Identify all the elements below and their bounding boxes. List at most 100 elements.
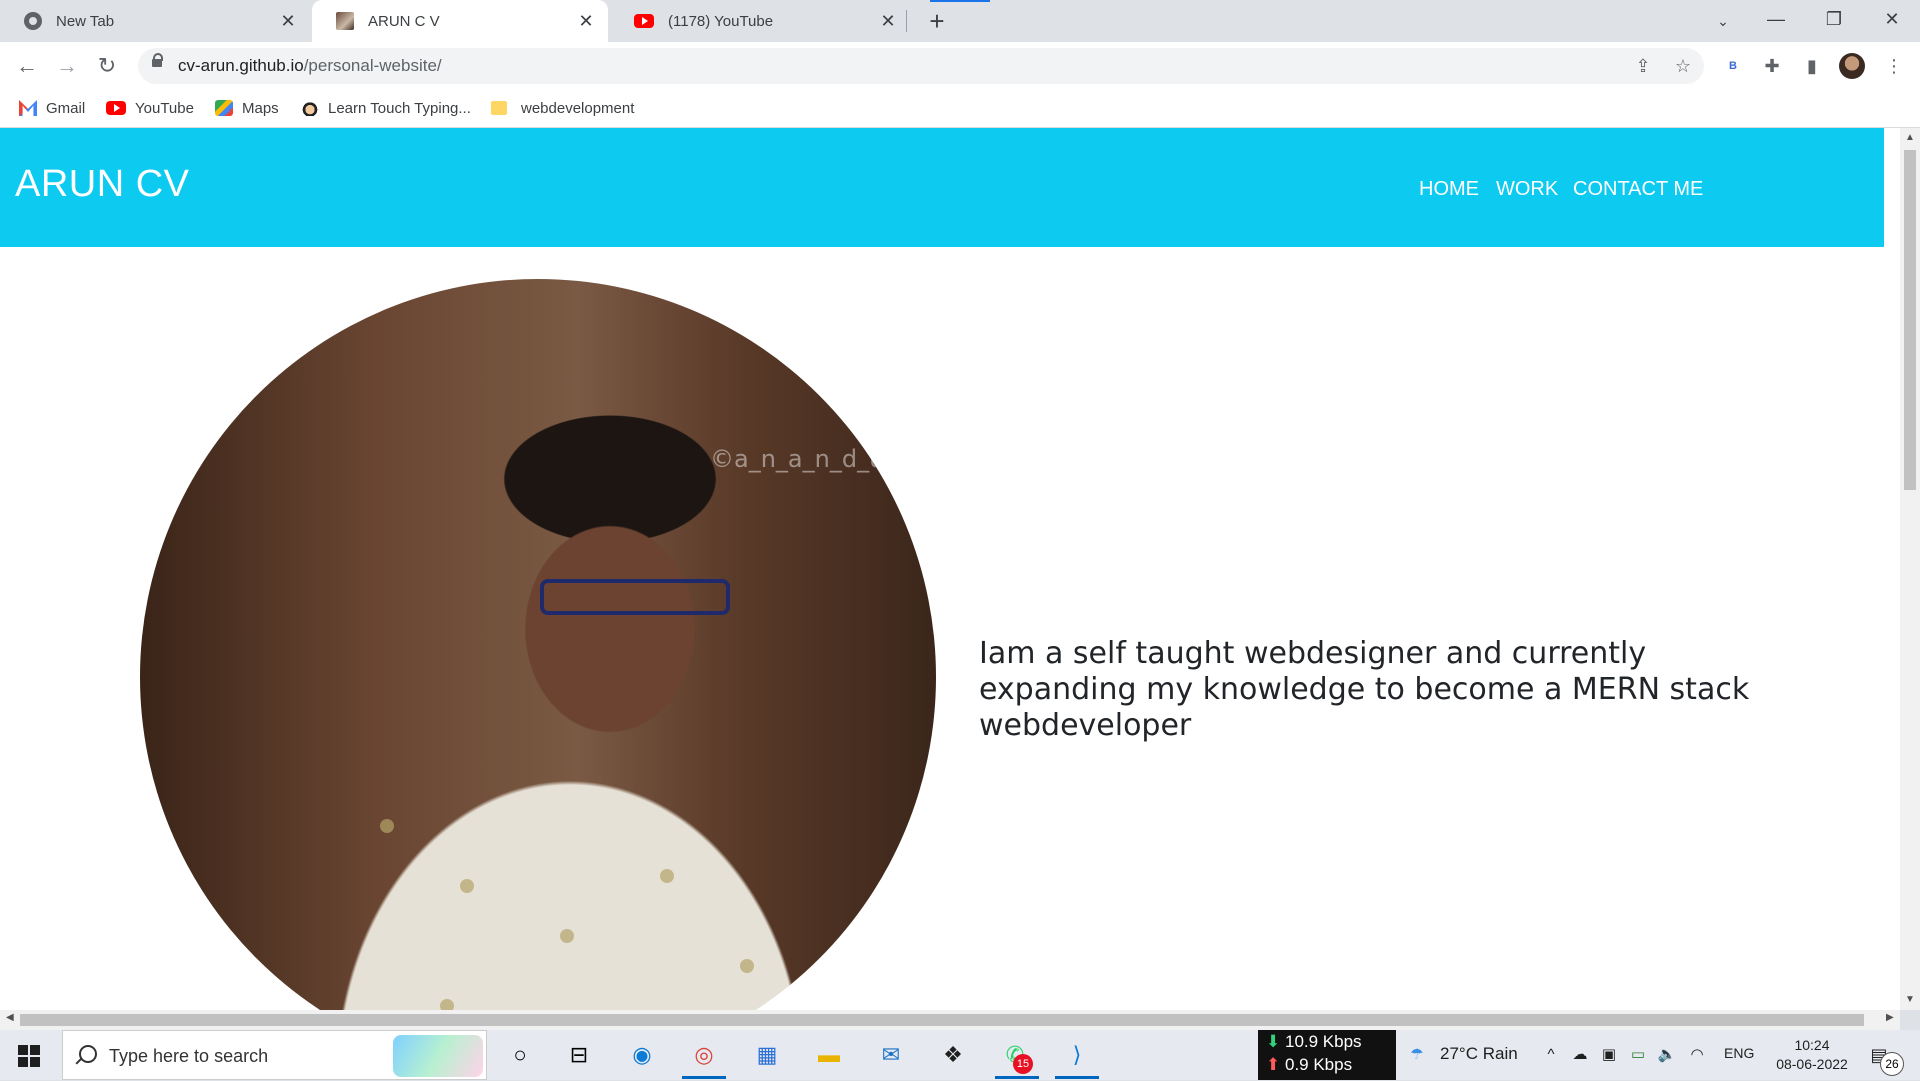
edge-icon[interactable]: ◉ bbox=[624, 1037, 660, 1073]
show-hidden-icons-chevron-icon[interactable]: ^ bbox=[1540, 1044, 1562, 1066]
clock-time: 10:24 bbox=[1794, 1037, 1830, 1053]
site-logo[interactable]: ARUN CV bbox=[15, 163, 190, 206]
nav-contact-me[interactable]: CONTACT ME bbox=[1573, 178, 1703, 201]
battery-icon[interactable]: ▭ bbox=[1627, 1044, 1649, 1066]
tab-title: New Tab bbox=[56, 12, 115, 30]
windows-start-icon[interactable] bbox=[18, 1045, 40, 1067]
start-tile bbox=[30, 1057, 40, 1067]
bookmark-maps[interactable]: Maps bbox=[215, 90, 279, 126]
bookmark-touch-typing[interactable]: Learn Touch Typing... bbox=[301, 90, 471, 126]
menu-kebab-icon[interactable]: ⋮ bbox=[1878, 50, 1910, 82]
extension-b-icon[interactable]: B bbox=[1717, 50, 1749, 82]
bookmark-youtube[interactable]: YouTube bbox=[106, 90, 194, 126]
bookmark-label: webdevelopment bbox=[521, 99, 635, 117]
tab-new-tab[interactable]: New Tab ✕ bbox=[0, 0, 310, 42]
scroll-up-arrow-icon[interactable]: ▲ bbox=[1900, 132, 1920, 143]
lock-icon[interactable] bbox=[152, 53, 163, 67]
forward-arrow-icon[interactable]: → bbox=[51, 50, 83, 82]
close-window-button[interactable]: ✕ bbox=[1864, 0, 1920, 38]
tab-close-icon[interactable]: ✕ bbox=[278, 11, 298, 32]
bookmarks-bar: Gmail YouTube Maps Learn Touch Typing...… bbox=[0, 90, 1920, 128]
nav-work[interactable]: WORK bbox=[1496, 178, 1558, 201]
nav-home[interactable]: HOME bbox=[1419, 178, 1479, 201]
vertical-scrollbar[interactable]: ▲ ▼ bbox=[1900, 128, 1920, 1010]
horizontal-scrollbar[interactable]: ◀ ▶ bbox=[0, 1010, 1900, 1030]
profile-avatar[interactable] bbox=[1839, 53, 1865, 79]
whatsapp-badge: 15 bbox=[1013, 1054, 1033, 1074]
bookmark-webdevelopment-folder[interactable]: webdevelopment bbox=[491, 90, 634, 126]
intro-text: Iam a self taught webdesigner and curren… bbox=[979, 636, 1750, 743]
horizontal-scroll-thumb[interactable] bbox=[20, 1014, 1864, 1026]
taskbar-search-box[interactable]: Type here to search bbox=[62, 1030, 487, 1080]
photo-watermark: ©a_n_a_n_d_u_s bbox=[710, 445, 909, 473]
tab-arun-cv[interactable]: ARUN C V ✕ bbox=[312, 0, 608, 42]
side-panel-icon[interactable]: ▮ bbox=[1796, 50, 1828, 82]
gmail-icon bbox=[19, 100, 37, 116]
address-bar[interactable]: cv-arun.github.io/personal-website/ ⇪ ☆ bbox=[138, 48, 1704, 84]
task-view-icon[interactable]: ⊟ bbox=[561, 1037, 597, 1073]
bookmark-star-icon[interactable]: ☆ bbox=[1668, 51, 1698, 81]
scroll-down-arrow-icon[interactable]: ▼ bbox=[1900, 994, 1920, 1005]
bookmark-gmail[interactable]: Gmail bbox=[19, 90, 85, 126]
url-text[interactable]: cv-arun.github.io/personal-website/ bbox=[178, 48, 442, 84]
bookmark-label: YouTube bbox=[135, 99, 194, 117]
chrome-icon bbox=[24, 12, 42, 30]
vscode-icon[interactable]: ⟩ bbox=[1059, 1037, 1095, 1073]
minimize-button[interactable]: — bbox=[1748, 0, 1804, 38]
bookmark-label: Maps bbox=[242, 99, 279, 117]
onedrive-cloud-icon[interactable]: ☁ bbox=[1569, 1044, 1591, 1066]
typing-icon bbox=[301, 100, 319, 116]
maps-icon bbox=[215, 100, 233, 116]
active-app-indicator bbox=[995, 1076, 1039, 1079]
shirt-pattern bbox=[740, 959, 754, 973]
site-header: ARUN CV HOME WORK CONTACT ME bbox=[0, 128, 1884, 247]
download-arrow-icon: ⬇ bbox=[1266, 1032, 1281, 1051]
file-explorer-icon[interactable]: ▬ bbox=[811, 1037, 847, 1073]
active-app-indicator bbox=[1055, 1076, 1099, 1079]
tab-youtube[interactable]: (1178) YouTube ✕ bbox=[610, 0, 910, 42]
wifi-icon[interactable]: ◠ bbox=[1686, 1044, 1708, 1066]
dropbox-icon[interactable]: ❖ bbox=[935, 1037, 971, 1073]
upload-speed: ⬆ 0.9 Kbps bbox=[1266, 1055, 1352, 1075]
bookmark-label: Gmail bbox=[46, 99, 86, 117]
vertical-scroll-thumb[interactable] bbox=[1904, 150, 1916, 490]
notification-count: 26 bbox=[1880, 1052, 1904, 1076]
reload-icon[interactable]: ↻ bbox=[91, 50, 123, 82]
search-icon bbox=[79, 1045, 97, 1063]
tab-title: ARUN C V bbox=[368, 12, 440, 30]
tab-search-button[interactable]: ⌄ bbox=[1708, 6, 1738, 36]
extensions-puzzle-icon[interactable]: ✚ bbox=[1756, 50, 1788, 82]
tab-close-icon[interactable]: ✕ bbox=[576, 11, 596, 32]
scroll-right-arrow-icon[interactable]: ▶ bbox=[1886, 1012, 1894, 1023]
browser-toolbar: ← → ↻ cv-arun.github.io/personal-website… bbox=[0, 42, 1920, 90]
search-highlight-art bbox=[393, 1035, 483, 1077]
shirt-pattern bbox=[380, 819, 394, 833]
new-tab-button[interactable]: + bbox=[922, 6, 952, 36]
meet-now-icon[interactable]: ▣ bbox=[1598, 1044, 1620, 1066]
restore-button[interactable]: ❐ bbox=[1806, 0, 1862, 38]
share-icon[interactable]: ⇪ bbox=[1628, 51, 1658, 81]
volume-icon[interactable]: 🔈 bbox=[1656, 1044, 1678, 1066]
shirt-pattern bbox=[660, 869, 674, 883]
page-viewport: ARUN CV HOME WORK CONTACT ME ©a_n_a_n_d_… bbox=[0, 128, 1900, 1010]
tab-close-icon[interactable]: ✕ bbox=[878, 11, 898, 32]
start-tile bbox=[18, 1057, 28, 1067]
cortana-icon[interactable]: ○ bbox=[502, 1037, 538, 1073]
store-icon[interactable]: ▦ bbox=[749, 1037, 785, 1073]
scroll-left-arrow-icon[interactable]: ◀ bbox=[6, 1012, 14, 1023]
tab-title: (1178) YouTube bbox=[668, 12, 774, 30]
start-tile bbox=[30, 1045, 40, 1055]
shirt-pattern bbox=[440, 999, 454, 1010]
url-host: cv-arun.github.io bbox=[178, 56, 304, 75]
shirt-pattern bbox=[460, 879, 474, 893]
mail-icon[interactable]: ✉ bbox=[873, 1037, 909, 1073]
weather-rain-icon[interactable]: ☂ bbox=[1406, 1044, 1428, 1066]
system-clock[interactable]: 10:24 08-06-2022 bbox=[1774, 1036, 1850, 1074]
chrome-taskbar-icon[interactable]: ◎ bbox=[686, 1037, 722, 1073]
weather-text[interactable]: 27°C Rain bbox=[1440, 1044, 1518, 1064]
youtube-icon bbox=[634, 14, 654, 28]
bookmark-label: Learn Touch Typing... bbox=[328, 99, 471, 117]
input-language[interactable]: ENG bbox=[1724, 1045, 1754, 1061]
download-speed: ⬇ 10.9 Kbps bbox=[1266, 1032, 1362, 1052]
back-arrow-icon[interactable]: ← bbox=[11, 50, 43, 82]
